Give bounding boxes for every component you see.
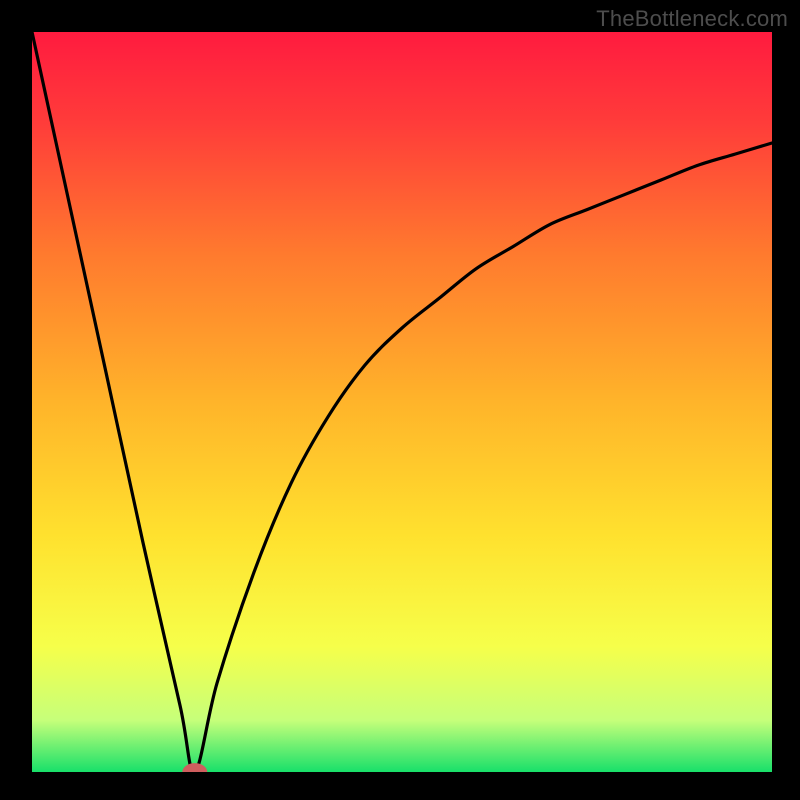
plot-svg — [32, 32, 772, 772]
gradient-background — [32, 32, 772, 772]
chart-container: TheBottleneck.com — [0, 0, 800, 800]
watermark-label: TheBottleneck.com — [596, 6, 788, 32]
plot-area — [32, 32, 772, 772]
